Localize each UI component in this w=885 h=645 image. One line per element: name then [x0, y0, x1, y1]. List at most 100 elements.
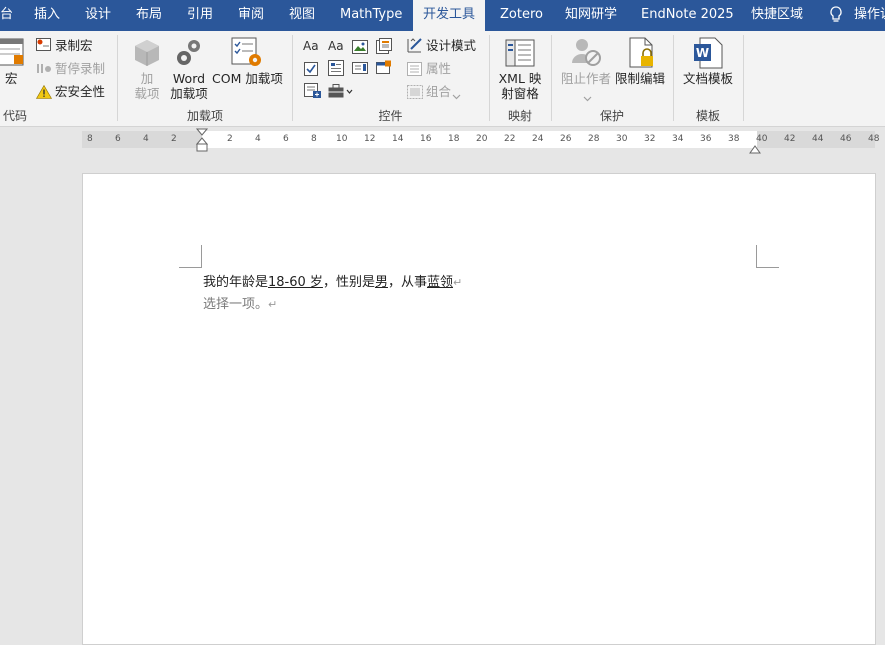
paragraph-mark: ↵ — [268, 298, 278, 311]
warning-icon — [35, 84, 53, 103]
lightbulb-icon[interactable] — [829, 6, 843, 28]
checkbox-control-icon[interactable] — [304, 61, 318, 80]
tab-design[interactable]: 设计 — [85, 0, 111, 31]
paragraph-mark: ↵ — [453, 276, 463, 289]
com-addins-icon[interactable] — [231, 37, 265, 73]
date-picker-control-icon[interactable] — [376, 60, 392, 80]
document-paragraph-2[interactable]: 选择一项。↵ — [203, 293, 277, 312]
top-right-crop-mark — [756, 245, 779, 268]
combo-box-control-icon[interactable] — [328, 60, 344, 80]
ruler-tick: 24 — [532, 134, 544, 144]
group-button[interactable]: 组合 — [426, 84, 451, 99]
static-text: ，性别是 — [322, 275, 375, 290]
tab-tell-me[interactable]: 操作说 — [854, 0, 885, 31]
tab-layout[interactable]: 布局 — [136, 0, 162, 31]
record-macro-button[interactable]: 录制宏 — [55, 38, 93, 53]
ruler-tick: 16 — [420, 134, 432, 144]
document-template-button[interactable]: 文档模板 — [683, 71, 733, 86]
addins-button[interactable]: 加 载项 — [132, 71, 162, 101]
chevron-down-icon[interactable] — [583, 88, 592, 107]
group-label-addins: 加载项 — [186, 109, 223, 123]
group-label-controls: 控件 — [378, 109, 403, 123]
ruler-tick: 2 — [171, 134, 177, 144]
repeating-section-control-icon[interactable] — [304, 83, 322, 103]
tab-references[interactable]: 引用 — [187, 0, 213, 31]
ruler-tick: 30 — [616, 134, 628, 144]
macros-button[interactable]: 宏 — [5, 71, 18, 86]
tab-review[interactable]: 审阅 — [238, 0, 264, 31]
word-addins-button[interactable]: Word 加载项 — [168, 71, 210, 101]
tab-mathtype[interactable]: MathType — [340, 0, 402, 31]
tab-quick-area[interactable]: 快捷区域 — [751, 0, 803, 31]
pause-recording-button[interactable]: 暂停录制 — [55, 61, 105, 76]
group-label-protect: 保护 — [599, 109, 624, 123]
plain-text-content-control-icon[interactable]: Aa — [328, 39, 344, 53]
ruler-tick: 32 — [644, 134, 656, 144]
group-icon — [407, 84, 423, 103]
record-macro-icon[interactable] — [36, 37, 52, 56]
tab-endnote[interactable]: EndNote 2025 — [641, 0, 734, 31]
ruler-tick: 6 — [283, 134, 289, 144]
rich-text-content-control-icon[interactable]: Aa — [303, 39, 319, 53]
ruler-tick: 14 — [392, 134, 404, 144]
addins-icon[interactable] — [134, 39, 160, 71]
horizontal-ruler[interactable]: 8 6 4 2 2 4 6 8 10 12 14 16 18 20 22 24 … — [82, 128, 879, 154]
xml-mapping-pane-icon[interactable] — [505, 39, 535, 71]
macro-security-button[interactable]: 宏安全性 — [55, 84, 105, 99]
group-label-mapping: 映射 — [507, 109, 532, 123]
occupation-dropdown-field[interactable]: 蓝领 — [427, 275, 453, 290]
ruler-tick: 22 — [504, 134, 516, 144]
restrict-editing-button[interactable]: 限制编辑 — [615, 71, 665, 86]
legacy-tools-icon[interactable] — [328, 83, 354, 103]
design-mode-icon[interactable] — [407, 37, 423, 57]
right-indent-marker[interactable] — [749, 139, 761, 158]
static-text: 我的年龄是 — [203, 275, 269, 290]
tab-developer[interactable]: 开发工具 — [413, 0, 485, 31]
group-label-code: 代码 — [2, 109, 27, 123]
restrict-editing-icon[interactable] — [629, 37, 657, 73]
ribbon-panel: 宏 录制宏 暂停录制 宏安全性 代码 加 载项 Word 加载项 COM 加载项… — [0, 31, 885, 127]
ruler-tick: 4 — [255, 134, 261, 144]
tab-view[interactable]: 视图 — [289, 0, 315, 31]
building-block-control-icon[interactable] — [376, 38, 392, 58]
word-document-template-icon[interactable]: W — [693, 37, 723, 73]
tab-start[interactable]: 台 — [0, 0, 13, 31]
picture-control-icon[interactable] — [352, 39, 368, 58]
gender-dropdown-field[interactable]: 男 — [375, 275, 388, 290]
document-paragraph-1[interactable]: 我的年龄是18-60 岁，性别是男，从事蓝领↵ — [203, 271, 462, 290]
divider — [743, 35, 744, 121]
ruler-tick: 48 — [868, 134, 880, 144]
ruler-tick: 42 — [784, 134, 796, 144]
ruler-tick: 10 — [336, 134, 348, 144]
group-label-templates: 模板 — [695, 109, 720, 123]
macros-icon[interactable] — [0, 37, 26, 73]
ruler-tick: 2 — [227, 134, 233, 144]
xml-mapping-pane-button[interactable]: XML 映 射窗格 — [497, 71, 543, 101]
tab-insert[interactable]: 插入 — [34, 0, 60, 31]
ruler-tick: 44 — [812, 134, 824, 144]
block-authors-button[interactable]: 阻止作者 — [561, 71, 611, 86]
properties-button[interactable]: 属性 — [426, 61, 451, 76]
block-authors-icon[interactable] — [570, 37, 602, 71]
document-page[interactable]: 我的年龄是18-60 岁，性别是男，从事蓝领↵ 选择一项。↵ — [82, 173, 876, 645]
placeholder-text[interactable]: 选择一项。 — [203, 297, 268, 312]
first-line-indent-marker[interactable] — [195, 128, 209, 156]
age-dropdown-field[interactable]: 18-60 岁 — [268, 275, 323, 290]
ruler-tick: 4 — [143, 134, 149, 144]
tab-cnki[interactable]: 知网研学 — [565, 0, 617, 31]
ruler-tick: 8 — [87, 134, 93, 144]
pause-icon — [36, 61, 52, 80]
tab-zotero[interactable]: Zotero — [500, 0, 543, 31]
top-left-crop-mark — [179, 245, 202, 268]
design-mode-button[interactable]: 设计模式 — [426, 38, 476, 53]
chevron-down-icon[interactable] — [452, 86, 461, 105]
ruler-tick: 8 — [311, 134, 317, 144]
com-addins-button[interactable]: COM 加载项 — [212, 71, 283, 86]
ruler-tick: 20 — [476, 134, 488, 144]
ruler-tick: 46 — [840, 134, 852, 144]
word-addins-gear-icon[interactable] — [174, 37, 204, 71]
ruler-tick: 34 — [672, 134, 684, 144]
ruler-tick: 6 — [115, 134, 121, 144]
ruler-tick: 38 — [728, 134, 740, 144]
dropdown-list-control-icon[interactable] — [352, 60, 368, 80]
